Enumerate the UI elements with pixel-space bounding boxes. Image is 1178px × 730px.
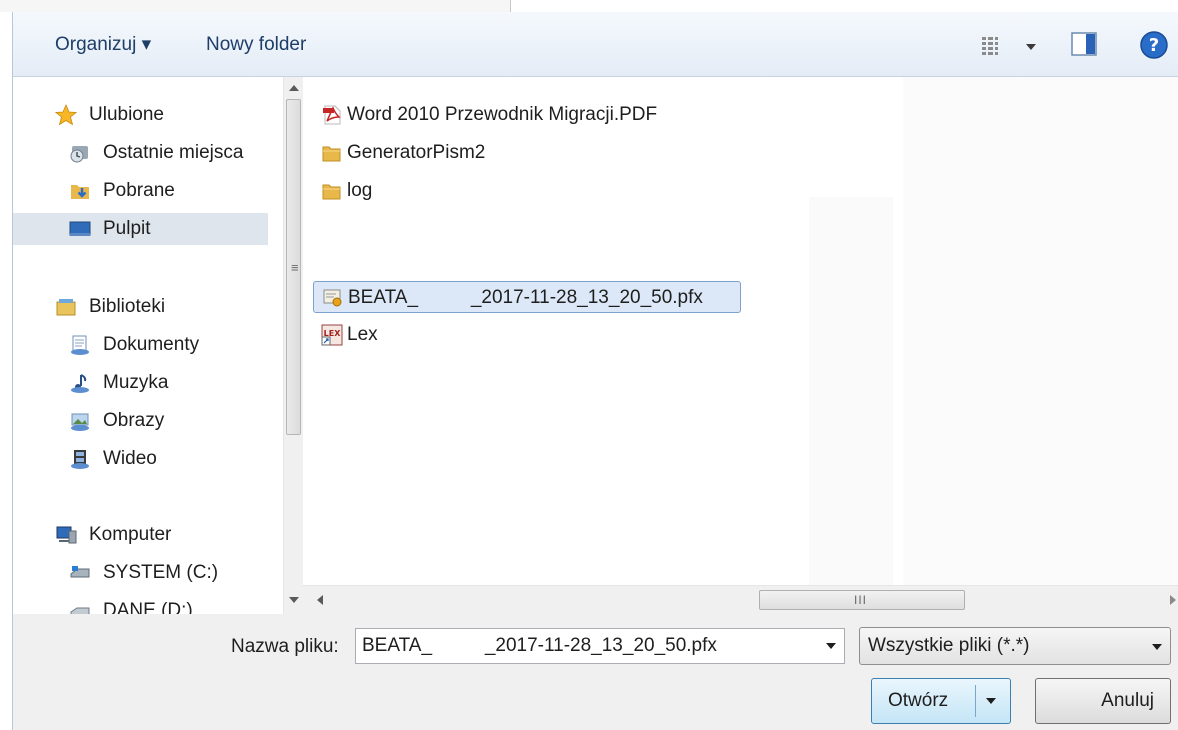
cancel-button-label: Anuluj (1101, 690, 1154, 711)
horizontal-scrollbar-thumb[interactable]: III (759, 590, 965, 610)
open-button[interactable]: Otwórz (871, 678, 1011, 724)
nav-favorites[interactable]: Ulubione (55, 99, 255, 131)
views-icon (982, 37, 1036, 55)
nav-item-label: Muzyka (103, 372, 169, 393)
file-name: GeneratorPism2 (347, 142, 486, 163)
preview-pane-icon (1071, 32, 1097, 56)
star-icon (55, 104, 77, 126)
file-item-folder[interactable]: GeneratorPism2 (313, 137, 593, 169)
file-item-pdf[interactable]: Word 2010 Przewodnik Migracji.PDF (313, 99, 733, 131)
file-type-select[interactable]: Wszystkie pliki (*.*) (859, 627, 1171, 665)
videos-icon (71, 450, 89, 469)
scroll-down-arrow-icon[interactable] (289, 597, 299, 603)
file-type-value: Wszystkie pliki (*.*) (868, 635, 1030, 656)
folder-icon (322, 184, 341, 200)
organize-button[interactable]: Organizuj ▾ (55, 31, 151, 59)
file-name: Lex (347, 324, 378, 345)
recent-places-icon (70, 146, 88, 163)
music-icon (71, 374, 89, 393)
svg-text:?: ? (1149, 35, 1159, 56)
grip-icon: III (854, 593, 868, 607)
folder-icon (322, 146, 341, 162)
open-options-chevron-icon[interactable] (986, 698, 996, 704)
file-list-horizontal-scrollbar[interactable]: III (303, 585, 1178, 615)
nav-item-music[interactable]: Muzyka (69, 367, 269, 399)
open-file-dialog: Organizuj ▾ Nowy folder ? Ulubione Ostat… (12, 12, 1178, 730)
list-background (809, 197, 893, 587)
file-name: BEATA_ _2017-11-28_13_20_50.pfx (348, 287, 703, 308)
cancel-button[interactable]: Anuluj (1035, 678, 1171, 724)
scroll-up-arrow-icon[interactable] (289, 85, 299, 91)
nav-computer[interactable]: Komputer (55, 519, 255, 551)
file-name: log (347, 180, 373, 201)
nav-item-label: DANE (D:) (103, 600, 193, 614)
file-item-selected[interactable]: BEATA_ _2017-11-28_13_20_50.pfx (313, 281, 741, 313)
chevron-down-icon[interactable] (826, 643, 836, 649)
nav-libraries-label: Biblioteki (89, 296, 166, 317)
computer-icon (56, 526, 77, 544)
nav-item-label: Pulpit (103, 218, 151, 239)
scrollbar-thumb[interactable]: ≡ (286, 99, 301, 435)
new-folder-button[interactable]: Nowy folder (206, 31, 306, 59)
nav-item-label: Pobrane (103, 180, 175, 201)
nav-item-videos[interactable]: Wideo (69, 443, 269, 475)
scroll-right-arrow-icon[interactable] (1170, 595, 1176, 605)
filename-combobox[interactable]: BEATA_ _2017-11-28_13_20_50.pfx (355, 628, 845, 664)
nav-item-label: SYSTEM (C:) (103, 562, 219, 583)
lex-shortcut-icon: LEX (321, 324, 343, 346)
nav-item-label: Ostatnie miejsca (103, 142, 244, 163)
nav-item-recent-places[interactable]: Ostatnie miejsca (69, 137, 279, 169)
hard-drive-icon (70, 607, 90, 614)
filename-value: BEATA_ _2017-11-28_13_20_50.pfx (362, 635, 717, 656)
help-icon: ? (1140, 31, 1168, 59)
pdf-icon (323, 105, 341, 125)
certificate-icon (323, 289, 342, 307)
libraries-icon (56, 299, 76, 316)
system-drive-icon (70, 566, 90, 578)
file-item-folder[interactable]: log (313, 175, 513, 207)
nav-item-label: Wideo (103, 448, 157, 469)
file-item-shortcut[interactable]: LEX Lex (313, 319, 513, 351)
pictures-icon (71, 413, 89, 431)
nav-favorites-label: Ulubione (89, 104, 164, 125)
chevron-down-icon[interactable] (1152, 644, 1162, 650)
nav-item-desktop[interactable]: Pulpit (13, 213, 268, 245)
filename-label: Nazwa pliku: (231, 636, 339, 657)
nav-item-pictures[interactable]: Obrazy (69, 405, 269, 437)
documents-icon (71, 335, 89, 355)
dialog-footer: Nazwa pliku: BEATA_ _2017-11-28_13_20_50… (13, 614, 1178, 730)
downloads-folder-icon (71, 185, 89, 199)
scroll-left-arrow-icon[interactable] (317, 595, 323, 605)
open-button-label: Otwórz (888, 690, 949, 711)
nav-libraries[interactable]: Biblioteki (55, 291, 255, 323)
file-list: Word 2010 Przewodnik Migracji.PDF Genera… (303, 77, 1178, 587)
nav-item-downloads[interactable]: Pobrane (69, 175, 279, 207)
split-divider (975, 685, 976, 717)
toolbar: Organizuj ▾ Nowy folder ? (13, 12, 1178, 77)
empty-preview-area (903, 77, 1178, 585)
nav-item-label: Obrazy (103, 410, 165, 431)
nav-item-drive-c[interactable]: SYSTEM (C:) (69, 557, 269, 589)
help-button[interactable]: ? (1139, 30, 1169, 60)
nav-item-documents[interactable]: Dokumenty (69, 329, 269, 361)
nav-item-drive-d[interactable]: DANE (D:) (69, 595, 269, 614)
background-window-strip (0, 0, 1178, 12)
desktop-icon (69, 221, 91, 236)
nav-item-label: Dokumenty (103, 334, 200, 355)
change-view-button[interactable] (980, 34, 1036, 58)
navigation-pane: Ulubione Ostatnie miejsca Pobrane Pulpit… (13, 77, 283, 614)
preview-pane-button[interactable] (1071, 32, 1097, 56)
file-name: Word 2010 Przewodnik Migracji.PDF (347, 104, 658, 125)
nav-computer-label: Komputer (89, 524, 172, 545)
grip-icon: ≡ (291, 260, 299, 275)
navigation-scrollbar[interactable]: ≡ (283, 77, 304, 614)
